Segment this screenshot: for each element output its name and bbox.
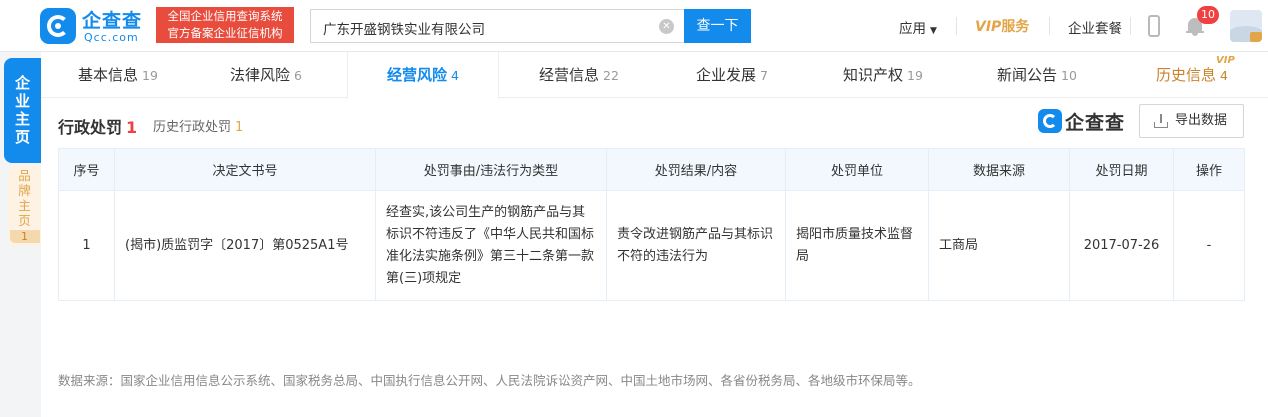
apps-menu[interactable]: 应用 ▼ [899, 17, 937, 37]
penalty-unit: 揭阳市质量技术监督局 [785, 190, 929, 301]
export-label: 导出数据 [1175, 113, 1228, 128]
vip-tag: VIP [1216, 55, 1235, 66]
category-tabs: 基本信息 19 法律风险 6 经营风险 4 经营信息 22 企业发展 7 知识产权 19 新… [41, 52, 1268, 99]
tab-basic-info[interactable]: 基本信息 19 [63, 52, 173, 98]
side-tab-company-home[interactable]: 企业主页 [4, 58, 41, 163]
qcc-logo-icon [40, 8, 76, 44]
tab-operation-info[interactable]: 经营信息 22 [519, 52, 639, 98]
clear-icon[interactable]: ✕ [659, 19, 674, 34]
history-penalty-label: 历史行政处罚 [153, 120, 232, 135]
vip-crown-icon [1250, 32, 1262, 42]
divider [1049, 17, 1050, 35]
tab-count: 7 [760, 68, 768, 83]
tab-count: 10 [1061, 68, 1077, 83]
column-header: 决定文书号 [114, 148, 376, 191]
tab-count: 6 [294, 68, 302, 83]
download-icon [1154, 114, 1168, 128]
vip-label: VIP [975, 19, 1002, 35]
certification-badge: 全国企业信用查询系统 官方备案企业征信机构 [156, 7, 294, 43]
penalty-table: 序号 决定文书号 处罚事由/违法行为类型 处罚结果/内容 处罚单位 数据来源 处… [58, 148, 1245, 301]
brand-count: 1 [9, 230, 40, 243]
enterprise-package-link[interactable]: 企业套餐 [1068, 17, 1122, 37]
tab-label: 企业发展 [696, 66, 757, 84]
search-button[interactable]: 查一下 [684, 9, 751, 43]
table-header-row: 序号 决定文书号 处罚事由/违法行为类型 处罚结果/内容 处罚单位 数据来源 处… [58, 148, 1245, 191]
divider [956, 17, 957, 35]
row-index: 1 [58, 190, 115, 301]
tab-label: 知识产权 [843, 66, 904, 84]
divider [1130, 17, 1131, 35]
search-input[interactable]: 广东开盛钢铁实业有限公司 ✕ [310, 9, 684, 43]
apps-label: 应用 [899, 21, 926, 37]
decision-doc-number: (揭市)质监罚字〔2017〕第0525A1号 [114, 190, 376, 301]
column-header: 操作 [1173, 148, 1245, 191]
main-panel: 基本信息 19 法律风险 6 经营风险 4 经营信息 22 企业发展 7 知识产权 19 新… [41, 52, 1268, 417]
caret-down-icon: ▼ [930, 26, 937, 36]
tab-label: 新闻公告 [997, 66, 1058, 84]
table-row: 1 (揭市)质监罚字〔2017〕第0525A1号 经查实,该公司生产的钢筋产品与… [58, 190, 1245, 301]
qcc-logo-icon [1038, 109, 1062, 133]
history-penalty-count: 1 [235, 120, 244, 135]
tab-label: 法律风险 [230, 66, 291, 84]
tab-operation-risk[interactable]: 经营风险 4 [347, 52, 499, 99]
export-data-button[interactable]: 导出数据 [1139, 104, 1244, 138]
column-header: 处罚事由/违法行为类型 [375, 148, 607, 191]
tab-count: 22 [603, 68, 619, 83]
history-penalty-link[interactable]: 历史行政处罚 1 [153, 116, 243, 135]
column-header: 序号 [58, 148, 115, 191]
tab-development[interactable]: 企业发展 7 [677, 52, 787, 98]
qcc-logo[interactable]: 企查查 Qcc.com [40, 6, 152, 46]
data-source-note: 数据来源：国家企业信用信息公示系统、国家税务总局、中国执行信息公开网、人民法院诉… [58, 373, 921, 388]
avatar[interactable] [1230, 10, 1262, 42]
vip-service-link[interactable]: VIP服务 [975, 16, 1029, 36]
cert-line-1: 全国企业信用查询系统 [167, 9, 283, 23]
tab-count: 4 [451, 68, 459, 83]
side-tab-brand-home[interactable]: 品牌主页 1 [8, 166, 41, 246]
search-query: 广东开盛钢铁实业有限公司 [323, 22, 485, 38]
notification-badge: 10 [1197, 6, 1219, 24]
tab-legal-risk[interactable]: 法律风险 6 [211, 52, 321, 98]
section-count: 1 [126, 118, 138, 137]
column-header: 数据来源 [928, 148, 1070, 191]
watermark-text: 企查查 [1065, 112, 1126, 134]
vip-service-label: 服务 [1001, 19, 1030, 35]
tab-label: 基本信息 [78, 66, 139, 84]
cert-line-2: 官方备案企业征信机构 [167, 26, 283, 40]
top-header: 企查查 Qcc.com 全国企业信用查询系统 官方备案企业征信机构 广东开盛钢铁… [0, 0, 1268, 52]
column-header: 处罚结果/内容 [606, 148, 786, 191]
side-tab-company-home-label: 企业主页 [14, 74, 30, 146]
tab-label: 经营信息 [539, 66, 600, 84]
side-tab-brand-home-label: 品牌主页 [18, 168, 31, 228]
mobile-phone-icon[interactable] [1148, 15, 1160, 37]
tab-intellectual-property[interactable]: 知识产权 19 [827, 52, 939, 98]
section-title: 行政处罚 1 [58, 114, 137, 138]
section-title-label: 行政处罚 [58, 118, 123, 137]
row-action: - [1173, 190, 1245, 301]
tab-label: 历史信息 [1156, 66, 1217, 84]
tab-count: 19 [907, 68, 923, 83]
penalty-date: 2017-07-26 [1069, 190, 1174, 301]
tab-news[interactable]: 新闻公告 10 [979, 52, 1095, 98]
column-header: 处罚单位 [785, 148, 929, 191]
tab-count: 19 [142, 68, 158, 83]
tab-label: 经营风险 [387, 66, 448, 84]
logo-domain: Qcc.com [84, 31, 139, 44]
penalty-reason: 经查实,该公司生产的钢筋产品与其标识不符违反了《中华人民共和国标准化法实施条例》… [375, 190, 607, 301]
data-source: 工商局 [928, 190, 1070, 301]
column-header: 处罚日期 [1069, 148, 1174, 191]
tab-count: 4 [1220, 68, 1228, 83]
logo-text: 企查查 [82, 10, 143, 32]
penalty-result: 责令改进钢筋产品与其标识不符的违法行为 [606, 190, 786, 301]
